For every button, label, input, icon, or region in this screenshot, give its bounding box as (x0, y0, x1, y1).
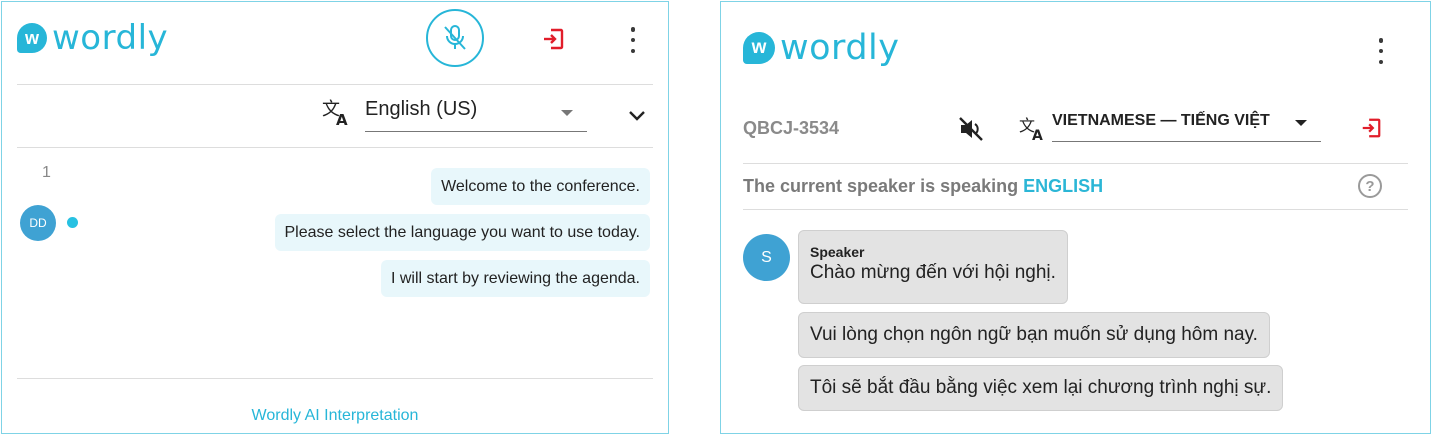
mic-off-icon (444, 25, 466, 50)
exit-icon (544, 28, 564, 50)
message-bubble: Vui lòng chọn ngôn ngữ bạn muốn sử dụng … (798, 312, 1270, 358)
wordly-logo: w wordly (743, 28, 899, 68)
wordly-logo: w wordly (17, 18, 168, 58)
dropdown-arrow-icon (1295, 120, 1307, 126)
language-select-value: VIETNAMESE — TIẾNG VIỆT (1052, 112, 1270, 129)
svg-text:A: A (1032, 128, 1043, 141)
more-menu-button[interactable] (621, 27, 645, 53)
wordly-logo-text: wordly (780, 28, 900, 68)
presenter-panel: w wordly 文 A English (US) 1 DD Welcome t… (1, 1, 669, 434)
more-vert-icon (630, 27, 636, 32)
speaker-name: Speaker (810, 244, 865, 260)
language-select[interactable]: VIETNAMESE — TIẾNG VIỆT (1052, 112, 1321, 142)
language-select[interactable]: English (US) (365, 98, 587, 132)
dropdown-arrow-icon (561, 110, 573, 116)
session-code: QBCJ-3534 (743, 118, 840, 138)
message-text: Chào mừng đến với hội nghị. (810, 262, 1056, 283)
message-group-number: 1 (42, 164, 51, 181)
exit-button[interactable] (1359, 116, 1383, 140)
wordly-logo-text: wordly (52, 18, 169, 58)
svg-text:A: A (336, 111, 348, 126)
exit-icon (1362, 118, 1381, 138)
more-vert-icon (1378, 38, 1384, 43)
translate-icon: 文 A (1019, 116, 1043, 141)
message-bubble: Tôi sẽ bắt đầu bằng việc xem lại chương … (798, 365, 1284, 411)
chevron-down-icon[interactable] (627, 109, 647, 123)
attendee-panel: w wordly QBCJ-3534 文 A VIETNAMESE — TIẾN… (720, 1, 1431, 434)
message-bubble: Welcome to the conference. (431, 168, 650, 205)
footer-link[interactable]: Wordly AI Interpretation (2, 407, 668, 425)
exit-button[interactable] (540, 26, 566, 52)
help-circle-icon[interactable]: ? (1358, 174, 1382, 198)
mic-toggle-button[interactable] (426, 9, 484, 67)
speaker-status-text: The current speaker is speaking (743, 176, 1019, 196)
avatar: S (743, 234, 790, 281)
avatar: DD (20, 205, 56, 241)
speaker-language: ENGLISH (1023, 176, 1104, 196)
message-bubble: I will start by reviewing the agenda. (380, 260, 650, 297)
volume-off-icon[interactable] (957, 115, 985, 143)
message-bubble: Speaker Chào mừng đến với hội nghị. (798, 230, 1068, 304)
current-speaker-status: The current speaker is speaking ENGLISH (743, 176, 1103, 197)
wordly-logo-mark: w (17, 23, 47, 53)
speaking-indicator (67, 217, 78, 228)
more-menu-button[interactable] (1369, 38, 1393, 64)
translate-icon: 文 A (322, 99, 348, 126)
language-select-value: English (US) (365, 98, 478, 120)
message-bubble: Please select the language you want to u… (274, 214, 650, 251)
wordly-logo-mark: w (743, 32, 775, 64)
